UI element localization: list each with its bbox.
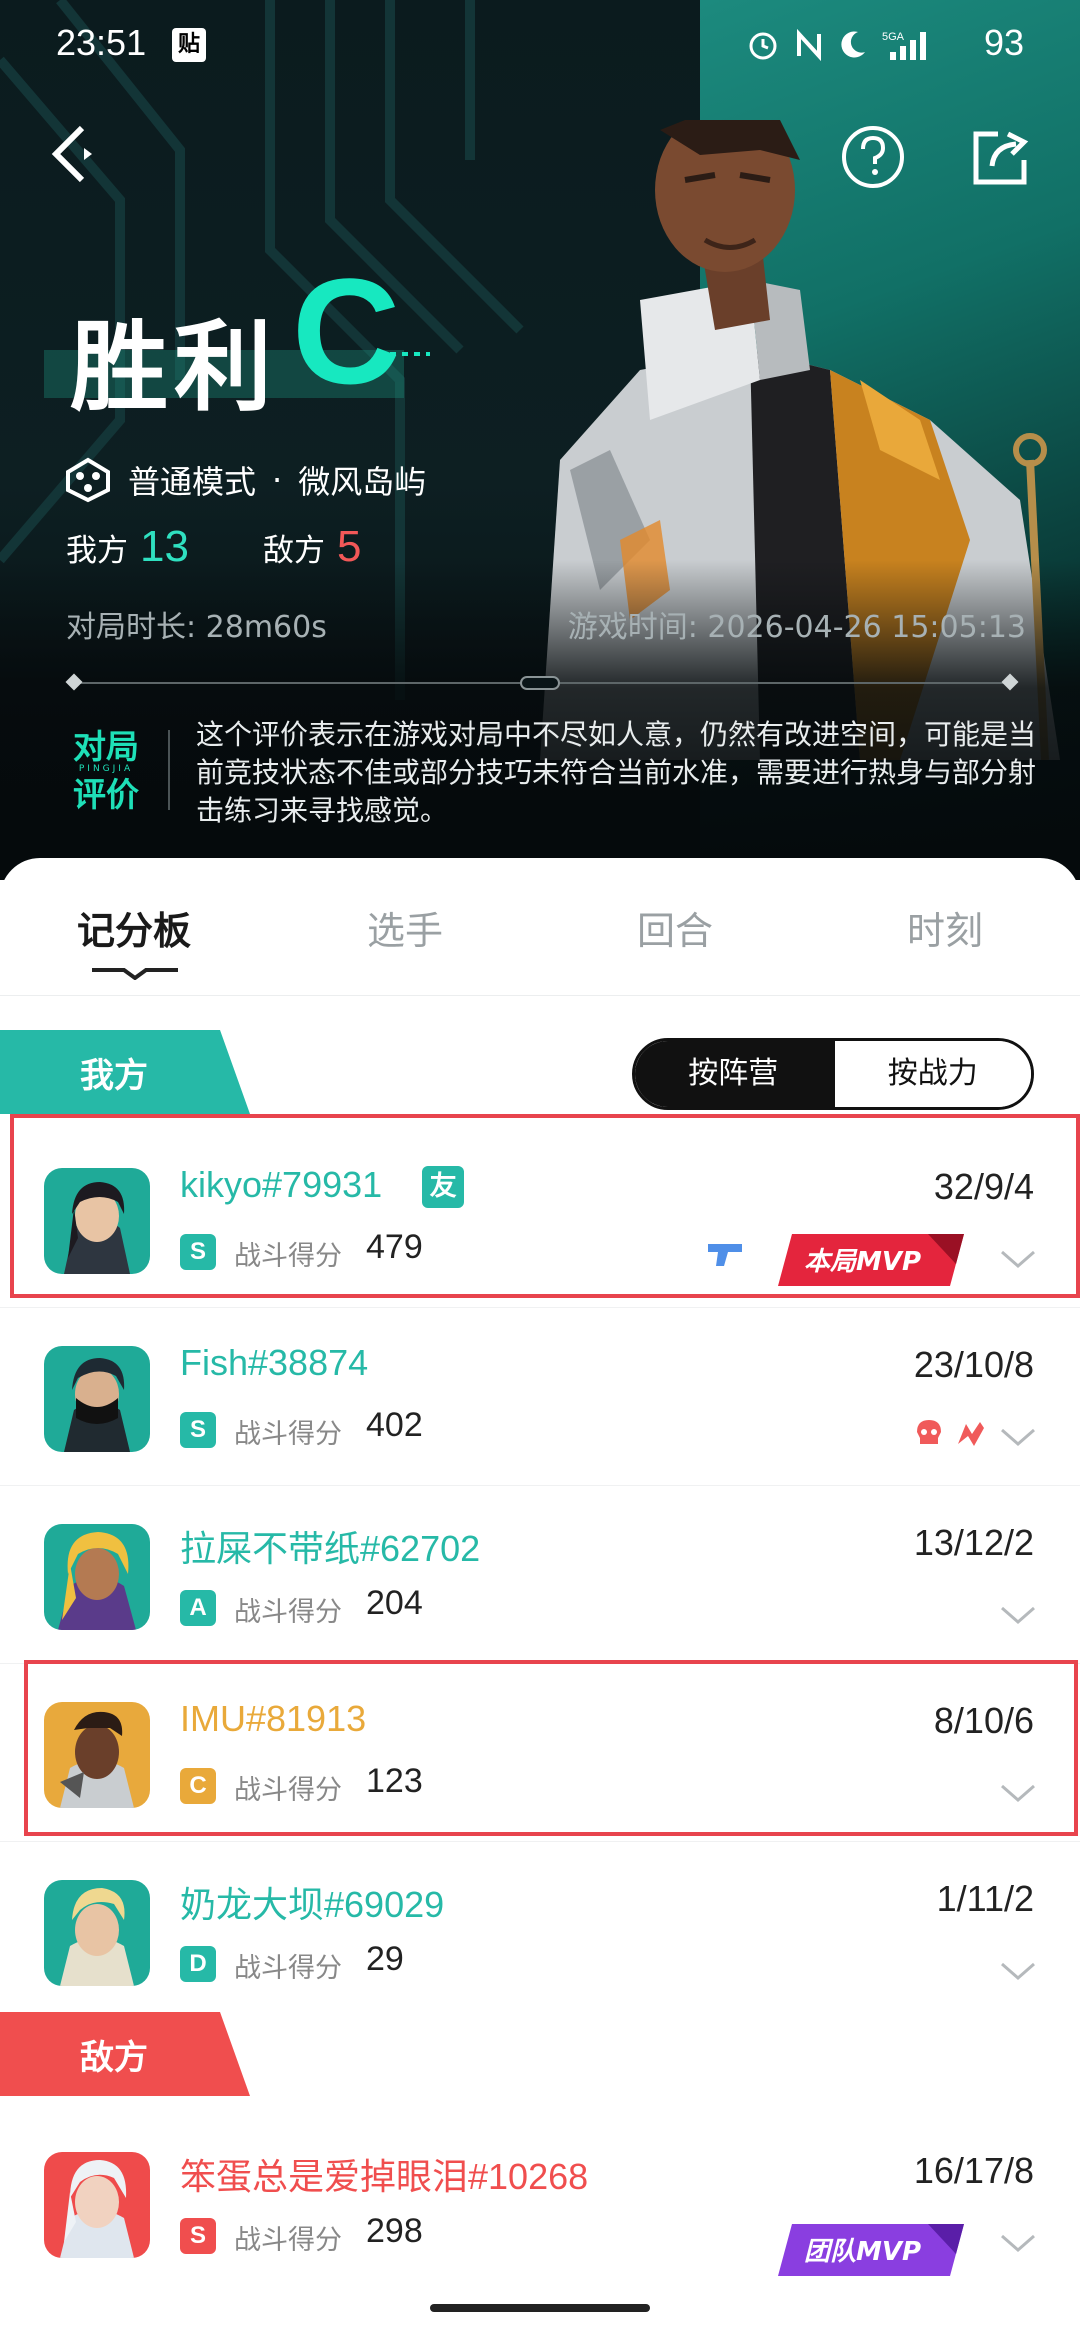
enemy-score-label: 敌方 [262, 533, 325, 569]
evaluation-divider [168, 730, 170, 810]
tab-scoreboard[interactable]: 记分板 [24, 900, 244, 955]
nfc-icon [797, 28, 821, 62]
kda: 23/10/8 [913, 1344, 1034, 1385]
status-icons: 5GA [746, 28, 930, 62]
moon-icon [841, 31, 865, 58]
match-grade: C [292, 247, 401, 415]
score-label: 战斗得分 [234, 2225, 342, 2256]
ally-team-label: 我方 [80, 1056, 148, 1096]
help-button[interactable] [840, 124, 906, 190]
player-name: 笨蛋总是爱掉眼泪#10268 [180, 2156, 589, 2197]
status-tie-badge: 贴 [172, 28, 206, 62]
battery-level: 93 [983, 22, 1024, 63]
expand-chevron-icon[interactable] [1000, 1426, 1036, 1448]
sort-toggle: 按阵营 按战力 [632, 1038, 1034, 1110]
mode-row: 普通模式 · 微风岛屿 [64, 456, 426, 504]
tab-indicator [92, 968, 178, 980]
player-name: 拉屎不带纸#62702 [180, 1528, 481, 1569]
match-duration: 对局时长: 28m60s [66, 610, 327, 645]
combat-score: 29 [366, 1940, 404, 1978]
sort-by-team-button[interactable]: 按阵营 [635, 1041, 832, 1107]
enemy-team-label: 敌方 [80, 2038, 148, 2078]
evaluation-title-line2: 评价 [73, 775, 139, 814]
kda: 1/11/2 [936, 1878, 1034, 1919]
score-label: 战斗得分 [234, 1419, 342, 1450]
home-indicator[interactable] [430, 2304, 650, 2312]
tab-players[interactable]: 选手 [295, 900, 515, 955]
enemy-rounds: 5 [336, 522, 362, 571]
multikill-icon [958, 1422, 984, 1446]
evaluation-text: 这个评价表示在游戏对局中不尽如人意，仍然有改进空间，可能是当前竞技状态不佳或部分… [196, 718, 1037, 827]
kda: 16/17/8 [913, 2150, 1034, 2191]
expand-chevron-icon[interactable] [1000, 1604, 1036, 1626]
team-mvp-badge: 团队MVP [778, 2224, 964, 2276]
signal-icon: 5GA [882, 31, 926, 60]
kda: 13/12/2 [913, 1522, 1034, 1563]
share-button[interactable] [968, 124, 1034, 190]
status-bar: 23:51 贴 5GA 93 [0, 0, 1080, 90]
round-score: 我方 13 敌方 5 [66, 522, 361, 572]
player-name: 奶龙大坝#69029 [180, 1884, 445, 1925]
rank-badge: D [180, 1946, 216, 1982]
mode-icon [66, 457, 110, 503]
rank-badge: A [180, 1590, 216, 1626]
grade-decoration [390, 352, 430, 356]
score-label: 战斗得分 [234, 1953, 342, 1984]
highlight-box-player-1 [10, 1114, 1080, 1298]
combat-score: 298 [366, 2212, 423, 2250]
player-row[interactable]: 奶龙大坝#69029 D 战斗得分 29 1/11/2 [0, 1842, 1080, 2020]
evaluation-title-line1: 对局 [73, 727, 139, 766]
player-avatar [44, 1880, 150, 1986]
rank-badge: S [180, 1412, 216, 1448]
svg-text:5GA: 5GA [882, 31, 905, 43]
player-row[interactable]: Fish#38874 S 战斗得分 402 23/10/8 [0, 1308, 1080, 1486]
ally-score-label: 我方 [66, 533, 128, 569]
match-result: 胜利 [70, 311, 279, 425]
scoreboard-sheet: 记分板 选手 回合 时刻 我方 按阵营 按战力 kikyo#79931 友 S … [0, 858, 1080, 2340]
mvp-label: 团队MVP [804, 2237, 921, 2267]
game-mode: 普通模式 [128, 463, 257, 501]
combat-score: 402 [366, 1406, 423, 1444]
rank-badge: S [180, 2218, 216, 2254]
score-label: 战斗得分 [234, 1597, 342, 1628]
player-avatar [44, 1524, 150, 1630]
player-row[interactable]: 拉屎不带纸#62702 A 战斗得分 204 13/12/2 [0, 1486, 1080, 1664]
player-avatar [44, 2152, 150, 2258]
ally-team-tag: 我方 [0, 1030, 250, 1114]
tab-rounds[interactable]: 回合 [565, 900, 785, 955]
map-name: 微风岛屿 [298, 463, 427, 501]
skull-icon [917, 1420, 941, 1444]
enemy-team-tag: 敌方 [0, 2012, 250, 2096]
match-time: 游戏时间: 2026-04-26 15:05:13 [567, 610, 1026, 645]
timeline-handle[interactable] [520, 676, 560, 690]
player-row[interactable]: 笨蛋总是爱掉眼泪#10268 S 战斗得分 298 16/17/8 团队MVP [0, 2114, 1080, 2292]
alarm-icon [749, 32, 777, 60]
player-avatar [44, 1346, 150, 1452]
back-button[interactable] [44, 118, 114, 188]
player-name: Fish#38874 [180, 1342, 369, 1383]
tab-moments[interactable]: 时刻 [835, 900, 1055, 955]
evaluation-pinyin: PINGJIA [78, 764, 134, 774]
tab-bar: 记分板 选手 回合 时刻 [0, 858, 1080, 996]
expand-chevron-icon[interactable] [1000, 2232, 1036, 2254]
status-time: 23:51 [56, 22, 147, 63]
mode-separator: · [272, 461, 283, 499]
combat-score: 204 [366, 1584, 423, 1622]
ally-rounds: 13 [140, 522, 189, 571]
expand-chevron-icon[interactable] [1000, 1960, 1036, 1982]
highlight-box-player-4 [24, 1660, 1078, 1836]
sort-by-power-button[interactable]: 按战力 [831, 1041, 1031, 1107]
